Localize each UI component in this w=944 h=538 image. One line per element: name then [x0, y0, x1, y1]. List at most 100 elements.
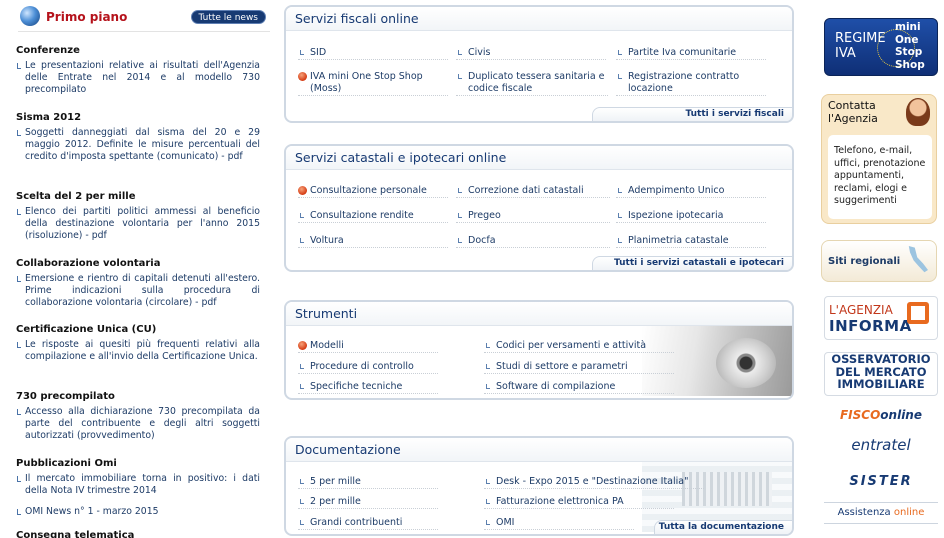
box-title: Documentazione	[295, 442, 401, 457]
news-item: OMI News n° 1 - marzo 2015	[16, 506, 260, 518]
doc-link[interactable]: 2 per mille	[298, 496, 438, 509]
contact-description: Telefono, e-mail, uffici, prenotazione a…	[828, 135, 932, 219]
tool-link[interactable]: Studi di settore e parametri	[484, 361, 674, 374]
news-heading: Pubblicazioni Omi	[16, 458, 117, 469]
agenzia-informa-logo[interactable]: L'AGENZIA INFORMA	[824, 296, 938, 340]
doc-link[interactable]: Fatturazione elettronica PA	[484, 496, 674, 509]
entratel-logo[interactable]: entratel	[824, 436, 938, 464]
bullet-icon	[300, 499, 304, 504]
doc-link[interactable]: OMI	[484, 517, 634, 530]
servizi-fiscali-box: Servizi fiscali online SID Civis Partite…	[284, 5, 794, 123]
news-link[interactable]: Accesso alla dichiarazione 730 precompil…	[16, 406, 260, 442]
news-item: Sisma 2012 Soggetti danneggiati dal sism…	[16, 112, 260, 163]
servizi-catastali-box: Servizi catastali e ipotecari online Con…	[284, 144, 794, 272]
all-documentation-link[interactable]: Tutta la documentazione	[659, 522, 784, 532]
doc-link[interactable]: 5 per mille	[298, 476, 438, 489]
bullet-icon	[618, 50, 622, 55]
news-heading: Conferenze	[16, 45, 80, 56]
news-heading: Sisma 2012	[16, 112, 82, 123]
fisconline-logo[interactable]: FISCOonline	[824, 408, 938, 430]
box-title: Servizi fiscali online	[295, 11, 419, 26]
service-link[interactable]: Correzione dati catastali	[456, 185, 610, 198]
sister-logo[interactable]: SISTER	[824, 474, 938, 492]
bullet-icon	[486, 479, 490, 484]
bullet-icon	[618, 238, 622, 243]
news-item: Conferenze Le presentazioni relative ai …	[16, 45, 260, 96]
fisco-label: FISCO	[839, 408, 881, 422]
service-link[interactable]: Civis	[456, 47, 606, 60]
service-link[interactable]: Duplicato tessera sanitaria e codice fis…	[456, 71, 608, 96]
online-label: online	[880, 408, 922, 422]
service-link[interactable]: Partite Iva comunitarie	[616, 47, 766, 60]
doc-link[interactable]: Grandi contribuenti	[298, 517, 438, 530]
bullet-icon	[300, 50, 304, 55]
bullet-icon	[618, 213, 622, 218]
bullet-icon	[486, 499, 490, 504]
news-item: Scelta del 2 per mille Elenco dei partit…	[16, 191, 260, 242]
bullet-icon	[300, 520, 304, 525]
alert-icon	[298, 72, 307, 81]
news-link[interactable]: Elenco dei partiti politici ammessi al b…	[16, 206, 260, 242]
tool-link[interactable]: Codici per versamenti e attività	[484, 340, 674, 353]
regional-sites-button[interactable]: Siti regionali	[821, 240, 937, 282]
strumenti-box: Strumenti Modelli Codici per versamenti …	[284, 300, 794, 400]
italy-map-icon	[908, 246, 928, 273]
contact-title: Contatta l'Agenzia	[828, 99, 878, 125]
news-link[interactable]: Emersione e rientro di capitali detenuti…	[16, 273, 260, 309]
doc-link[interactable]: Desk - Expo 2015 e "Destinazione Italia"	[484, 476, 704, 489]
service-link[interactable]: Registrazione contratto locazione	[616, 71, 766, 96]
assistenza-online-link[interactable]: Assistenza online	[824, 502, 938, 524]
service-link[interactable]: Consultazione personale	[298, 185, 448, 198]
bullet-icon	[458, 74, 462, 79]
news-heading: Collaborazione volontaria	[16, 258, 161, 269]
primo-piano-title: Primo piano	[46, 10, 128, 24]
mini-one-stop-shop-label: mini One Stop Shop	[895, 21, 925, 71]
news-item: Collaborazione volontaria Emersione e ri…	[16, 258, 260, 309]
news-link[interactable]: Soggetti danneggiati dal sisma del 20 e …	[16, 127, 260, 163]
bullet-icon	[300, 238, 304, 243]
informa-label-bottom: INFORMA	[829, 317, 912, 335]
documentazione-box: Documentazione 5 per mille Desk - Expo 2…	[284, 436, 794, 536]
bullet-icon	[618, 74, 622, 79]
box-title: Servizi catastali e ipotecari online	[295, 150, 507, 165]
all-news-button[interactable]: Tutte le news	[190, 10, 266, 24]
osservatorio-mercato-immobiliare-logo[interactable]: OSSERVATORIO DEL MERCATO IMMOBILIARE	[824, 352, 938, 396]
primo-piano-column: Primo piano Tutte le news Conferenze Le …	[0, 0, 272, 538]
tool-link[interactable]: Modelli	[298, 340, 438, 353]
bullet-icon	[486, 364, 490, 369]
box-title: Strumenti	[295, 306, 358, 321]
contact-agency-panel[interactable]: Contatta l'Agenzia Telefono, e-mail, uff…	[821, 94, 937, 224]
service-link[interactable]: Ispezione ipotecaria	[616, 210, 766, 223]
news-item: Certificazione Unica (CU) Le risposte ai…	[16, 324, 260, 363]
news-link[interactable]: OMI News n° 1 - marzo 2015	[16, 506, 260, 518]
service-link[interactable]: Docfa	[456, 235, 610, 248]
service-link[interactable]: IVA mini One Stop Shop (Moss)	[298, 71, 448, 96]
bullet-icon	[486, 343, 490, 348]
news-item: Pubblicazioni Omi Il mercato immobiliare…	[16, 458, 260, 497]
service-link[interactable]: Voltura	[298, 235, 448, 248]
bullet-icon	[458, 188, 462, 193]
news-item: 730 precompilato Accesso alla dichiarazi…	[16, 391, 260, 442]
cd-disc-icon	[716, 338, 776, 388]
osserv-line: OSSERVATORIO	[831, 352, 931, 366]
service-link[interactable]: Adempimento Unico	[616, 185, 766, 198]
service-link[interactable]: Consultazione rendite	[298, 210, 448, 223]
service-link[interactable]: Planimetria catastale	[616, 235, 766, 248]
bullet-icon	[486, 384, 490, 389]
service-link[interactable]: Pregeo	[456, 210, 610, 223]
service-link[interactable]: SID	[298, 47, 448, 60]
regime-iva-moss-banner[interactable]: REGIME IVA mini One Stop Shop	[824, 18, 938, 76]
alert-icon	[298, 341, 307, 350]
news-heading: Certificazione Unica (CU)	[16, 324, 157, 335]
bullet-icon	[618, 188, 622, 193]
online-label: online	[893, 507, 925, 518]
news-link[interactable]: Le risposte ai quesiti più frequenti rel…	[16, 339, 260, 363]
news-link[interactable]: Le presentazioni relative ai risultati d…	[16, 60, 260, 96]
tool-link[interactable]: Procedure di controllo	[298, 361, 438, 374]
tool-link[interactable]: Software di compilazione	[484, 381, 674, 394]
news-link[interactable]: Il mercato immobiliare torna in positivo…	[16, 473, 260, 497]
all-fiscal-services-link[interactable]: Tutti i servizi fiscali	[685, 109, 784, 119]
all-cadastral-services-link[interactable]: Tutti i servizi catastali e ipotecari	[614, 258, 784, 268]
tool-link[interactable]: Specifiche tecniche	[298, 381, 438, 394]
operator-avatar-icon	[906, 98, 930, 126]
